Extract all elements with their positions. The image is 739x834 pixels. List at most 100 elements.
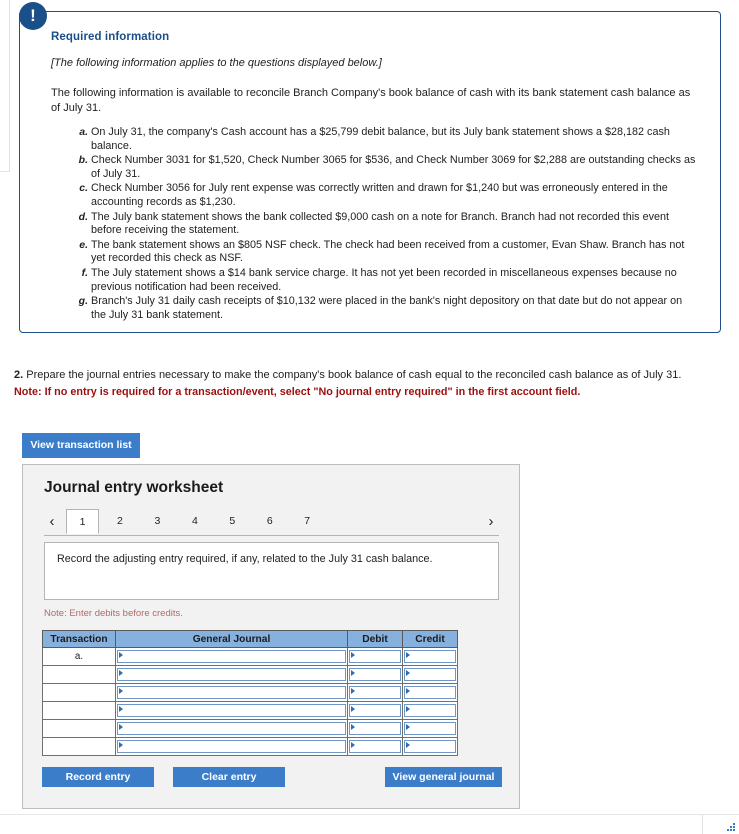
question-note: Note: If no entry is required for a tran… (14, 385, 581, 398)
journal-entry-table: Transaction General Journal Debit Credit… (42, 630, 458, 756)
general-journal-cell[interactable] (115, 683, 348, 702)
required-information-body: The following information is available t… (51, 87, 691, 114)
column-header-credit: Credit (402, 630, 458, 648)
list-item: a. On July 31, the company's Cash accoun… (79, 126, 698, 153)
chevron-down-icon (406, 724, 410, 730)
chevron-down-icon (351, 706, 355, 712)
general-journal-cell[interactable] (115, 665, 348, 684)
resize-handle-icon[interactable] (727, 823, 736, 832)
column-header-debit: Debit (347, 630, 403, 648)
debit-cell[interactable] (347, 683, 403, 702)
question-block: 2. Prepare the journal entries necessary… (14, 368, 724, 399)
debit-input (349, 704, 401, 717)
chevron-down-icon (406, 706, 410, 712)
credit-cell[interactable] (402, 737, 458, 756)
table-row (42, 665, 458, 684)
transaction-cell[interactable] (42, 683, 116, 702)
list-item-marker: e. (79, 238, 88, 251)
chevron-down-icon (119, 670, 123, 676)
tab-2[interactable]: 2 (103, 509, 136, 534)
account-select (117, 722, 346, 735)
credit-input (404, 722, 456, 735)
chevron-down-icon (119, 652, 123, 658)
credit-cell[interactable] (402, 683, 458, 702)
debit-cell[interactable] (347, 665, 403, 684)
list-item-text: Check Number 3056 for July rent expense … (91, 182, 668, 208)
debit-cell[interactable] (347, 719, 403, 738)
transaction-cell[interactable] (42, 737, 116, 756)
tab-6[interactable]: 6 (253, 509, 286, 534)
tab-4[interactable]: 4 (178, 509, 211, 534)
worksheet-title: Journal entry worksheet (44, 479, 224, 496)
list-item-text: Branch's July 31 daily cash receipts of … (91, 295, 683, 321)
chevron-down-icon (351, 688, 355, 694)
chevron-down-icon (119, 688, 123, 694)
debit-cell[interactable] (347, 647, 403, 666)
general-journal-cell[interactable] (115, 701, 348, 720)
table-row: a. (42, 647, 458, 666)
table-row (42, 701, 458, 720)
debit-input (349, 740, 401, 753)
chevron-down-icon (119, 742, 123, 748)
column-header-general-journal: General Journal (115, 630, 348, 648)
record-entry-button[interactable]: Record entry (42, 767, 154, 787)
list-item: e. The bank statement shows an $805 NSF … (79, 239, 698, 266)
general-journal-cell[interactable] (115, 647, 348, 666)
chevron-down-icon (351, 724, 355, 730)
worksheet-note: Note: Enter debits before credits. (44, 608, 183, 619)
exclamation-icon: ! (19, 2, 47, 30)
list-item: g. Branch's July 31 daily cash receipts … (79, 295, 698, 322)
account-select (117, 668, 346, 681)
credit-cell[interactable] (402, 701, 458, 720)
credit-input (404, 740, 456, 753)
tab-1[interactable]: 1 (66, 509, 99, 534)
transaction-cell[interactable] (42, 665, 116, 684)
tab-7[interactable]: 7 (291, 509, 324, 534)
required-information-callout: Required information [The following info… (19, 11, 721, 333)
transaction-cell[interactable]: a. (42, 647, 116, 666)
general-journal-cell[interactable] (115, 719, 348, 738)
list-item-marker: d. (78, 210, 88, 223)
list-item-marker: b. (78, 154, 88, 167)
credit-cell[interactable] (402, 719, 458, 738)
general-journal-cell[interactable] (115, 737, 348, 756)
debit-input (349, 668, 401, 681)
view-general-journal-button[interactable]: View general journal (385, 767, 502, 787)
account-select (117, 650, 346, 663)
credit-input (404, 686, 456, 699)
left-panel-sliver-top (0, 0, 10, 78)
chevron-down-icon (406, 670, 410, 676)
tab-5[interactable]: 5 (216, 509, 249, 534)
chevron-down-icon (351, 670, 355, 676)
bottom-divider (0, 814, 739, 815)
question-number: 2. (14, 369, 24, 381)
chevron-down-icon (119, 724, 123, 730)
credit-input (404, 704, 456, 717)
credit-cell[interactable] (402, 665, 458, 684)
clear-entry-button[interactable]: Clear entry (173, 767, 285, 787)
debit-cell[interactable] (347, 737, 403, 756)
debit-input (349, 722, 401, 735)
tab-3[interactable]: 3 (141, 509, 174, 534)
table-row (42, 719, 458, 738)
list-item: c. Check Number 3056 for July rent expen… (79, 182, 698, 209)
list-item: b. Check Number 3031 for $1,520, Check N… (79, 154, 698, 181)
list-item-text: The July bank statement shows the bank c… (91, 210, 669, 237)
worksheet-prompt: Record the adjusting entry required, if … (44, 542, 499, 600)
debit-cell[interactable] (347, 701, 403, 720)
table-header-row: Transaction General Journal Debit Credit (42, 630, 458, 648)
credit-input (404, 668, 456, 681)
chevron-right-icon[interactable]: › (483, 511, 499, 533)
column-header-transaction: Transaction (42, 630, 116, 648)
chevron-down-icon (351, 652, 355, 658)
list-item-text: The July statement shows a $14 bank serv… (91, 266, 677, 293)
transaction-cell[interactable] (42, 701, 116, 720)
transaction-cell[interactable] (42, 719, 116, 738)
view-transaction-list-button[interactable]: View transaction list (22, 433, 140, 458)
list-item-marker: a. (79, 126, 88, 138)
required-information-subtitle: [The following information applies to th… (51, 57, 382, 69)
credit-cell[interactable] (402, 647, 458, 666)
required-information-title: Required information (51, 31, 170, 43)
account-select (117, 686, 346, 699)
chevron-left-icon[interactable]: ‹ (44, 511, 60, 533)
